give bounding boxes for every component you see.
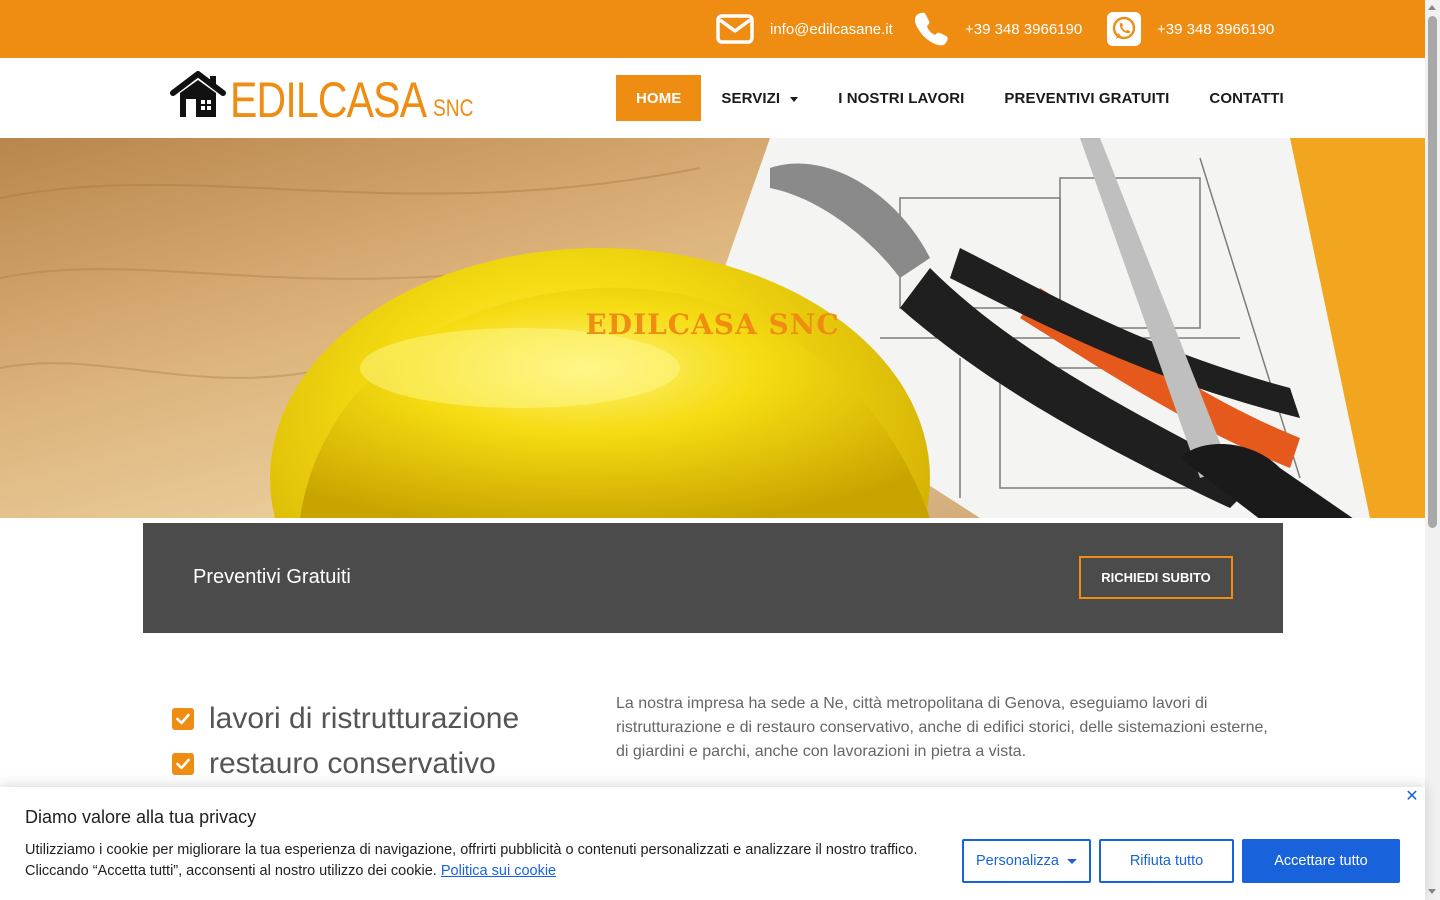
- envelope-icon: [716, 14, 754, 44]
- site-header: EDILCASA SNC HOME SERVIZI I NOSTRI LAVOR…: [0, 58, 1425, 138]
- contact-phone-text[interactable]: +39 348 3966190: [965, 21, 1082, 38]
- list-item: lavori di ristrutturazione: [172, 696, 519, 741]
- logo-name: EDILCASA: [230, 72, 427, 128]
- customize-button[interactable]: Personalizza: [962, 839, 1091, 883]
- contact-whatsapp-text[interactable]: +39 348 3966190: [1157, 21, 1274, 38]
- cta-band: Preventivi Gratuiti RICHIEDI SUBITO: [143, 523, 1283, 633]
- contact-whatsapp[interactable]: +39 348 3966190: [1107, 0, 1274, 58]
- nav-servizi-label: SERVIZI: [721, 89, 781, 107]
- main-nav: HOME SERVIZI I NOSTRI LAVORI PREVENTIVI …: [616, 75, 1304, 121]
- nav-servizi[interactable]: SERVIZI: [701, 75, 818, 121]
- nav-contatti[interactable]: CONTATTI: [1189, 75, 1303, 121]
- phone-icon: [913, 11, 949, 47]
- site-logo[interactable]: EDILCASA SNC: [170, 71, 484, 128]
- scrollbar-thumb[interactable]: [1428, 16, 1437, 528]
- contact-email-text[interactable]: info@edilcasane.it: [770, 21, 893, 38]
- contact-phone[interactable]: +39 348 3966190: [913, 0, 1082, 58]
- contact-email[interactable]: info@edilcasane.it: [716, 0, 893, 58]
- whatsapp-icon: [1107, 12, 1141, 46]
- caret-down-icon: [790, 96, 799, 102]
- hero-title: EDILCASA SNC: [585, 308, 840, 341]
- service-label: restauro conservativo: [209, 746, 496, 780]
- cta-text: Preventivi Gratuiti: [193, 566, 351, 588]
- customize-label: Personalizza: [975, 853, 1059, 869]
- richiedi-subito-button[interactable]: RICHIEDI SUBITO: [1079, 556, 1233, 599]
- about-description: La nostra impresa ha sede a Ne, città me…: [616, 695, 1268, 760]
- top-contact-bar: info@edilcasane.it +39 348 3966190 +39 3…: [0, 0, 1425, 58]
- close-icon[interactable]: ✕: [1405, 789, 1419, 805]
- cookie-title: Diamo valore alla tua privacy: [25, 807, 257, 827]
- nav-home[interactable]: HOME: [616, 75, 702, 121]
- services-list: lavori di ristrutturazione restauro cons…: [172, 696, 519, 786]
- chevron-down-icon: [1067, 858, 1077, 864]
- check-icon: [172, 707, 194, 730]
- cookie-policy-link[interactable]: Politica sui cookie: [441, 863, 556, 879]
- hero-banner: EDILCASA SNC: [0, 138, 1425, 518]
- nav-preventivi-gratuiti[interactable]: PREVENTIVI GRATUITI: [984, 75, 1189, 121]
- cookie-body: Utilizziamo i cookie per migliorare la t…: [25, 840, 955, 882]
- list-item: restauro conservativo: [172, 741, 519, 786]
- house-icon: [170, 71, 226, 124]
- accept-all-button[interactable]: Accettare tutto: [1242, 839, 1400, 883]
- reject-all-button[interactable]: Rifiuta tutto: [1099, 839, 1234, 883]
- logo-suffix: SNC: [433, 95, 474, 122]
- page-scrollbar[interactable]: [1425, 0, 1440, 900]
- scroll-down-arrow-icon[interactable]: [1428, 889, 1436, 894]
- service-label: lavori di ristrutturazione: [209, 701, 520, 735]
- nav-i-nostri-lavori[interactable]: I NOSTRI LAVORI: [818, 75, 984, 121]
- cookie-banner: Diamo valore alla tua privacy Utilizziam…: [0, 787, 1425, 900]
- check-icon: [172, 752, 194, 775]
- scroll-up-arrow-icon[interactable]: [1428, 5, 1436, 10]
